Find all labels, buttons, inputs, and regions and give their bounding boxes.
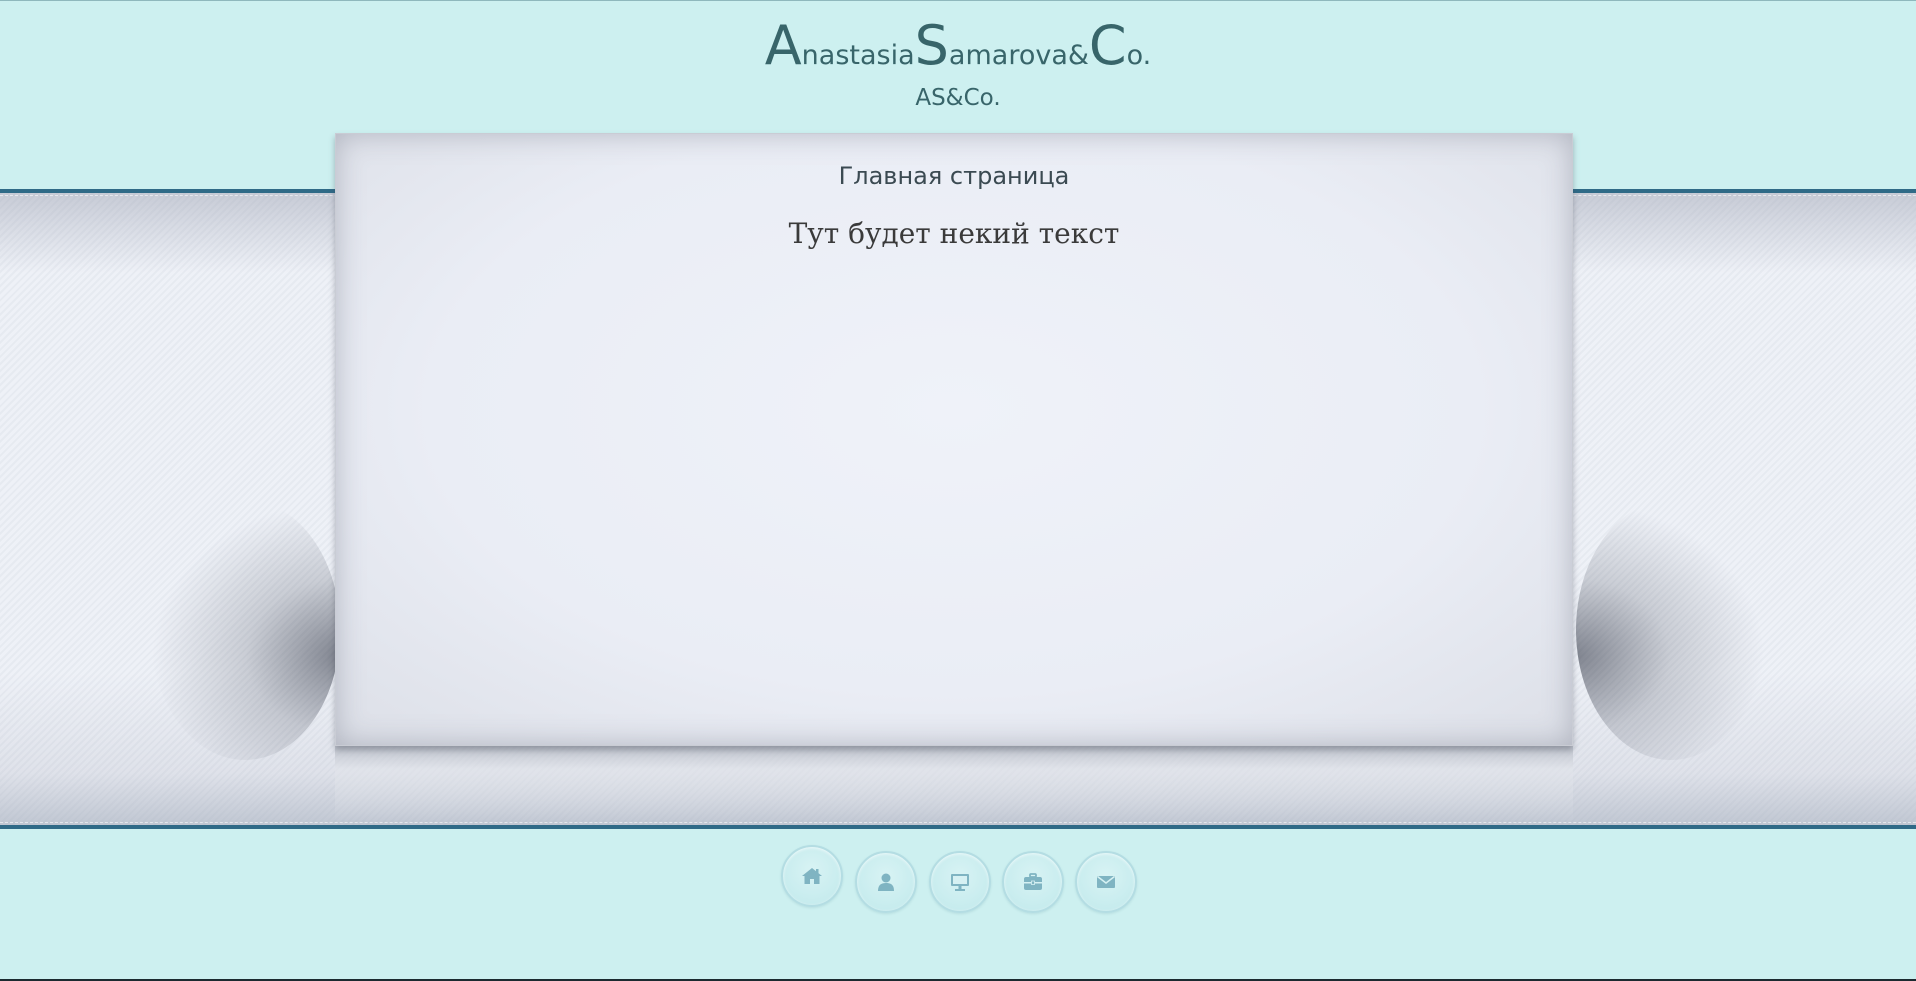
nav-portfolio-button[interactable] <box>929 851 991 913</box>
panel-shadow-left <box>150 500 340 760</box>
nav-services-button[interactable] <box>1002 851 1064 913</box>
logo-text-nastasia: nastasia <box>801 40 915 71</box>
briefcase-icon <box>1024 873 1042 890</box>
logo-letter-s: S <box>914 14 949 77</box>
site-logo[interactable]: AnastasiaSamarova&Co. <box>0 14 1916 88</box>
top-border-line <box>0 0 1916 1</box>
nav-profile-button[interactable] <box>855 851 917 913</box>
nav-home-button[interactable] <box>781 845 843 907</box>
home-icon <box>802 868 822 884</box>
panel-reflection <box>335 746 1573 822</box>
logo-letter-a: A <box>764 14 802 77</box>
page-title: Главная страница <box>838 162 1070 190</box>
content-panel: Главная страница Тут будет некий текст <box>335 133 1573 746</box>
site-subtitle: AS&Co. <box>915 85 1001 111</box>
page-body-text: Тут будет некий текст <box>788 217 1120 250</box>
mail-icon <box>1097 875 1115 888</box>
user-icon <box>878 873 894 891</box>
logo-text-co: o. <box>1126 40 1152 71</box>
logo-text-amarova: amarova& <box>948 40 1089 71</box>
logo-letter-c: C <box>1088 14 1127 77</box>
monitor-icon <box>951 874 969 891</box>
nav-contact-button[interactable] <box>1075 851 1137 913</box>
panel-shadow-right <box>1576 500 1766 760</box>
